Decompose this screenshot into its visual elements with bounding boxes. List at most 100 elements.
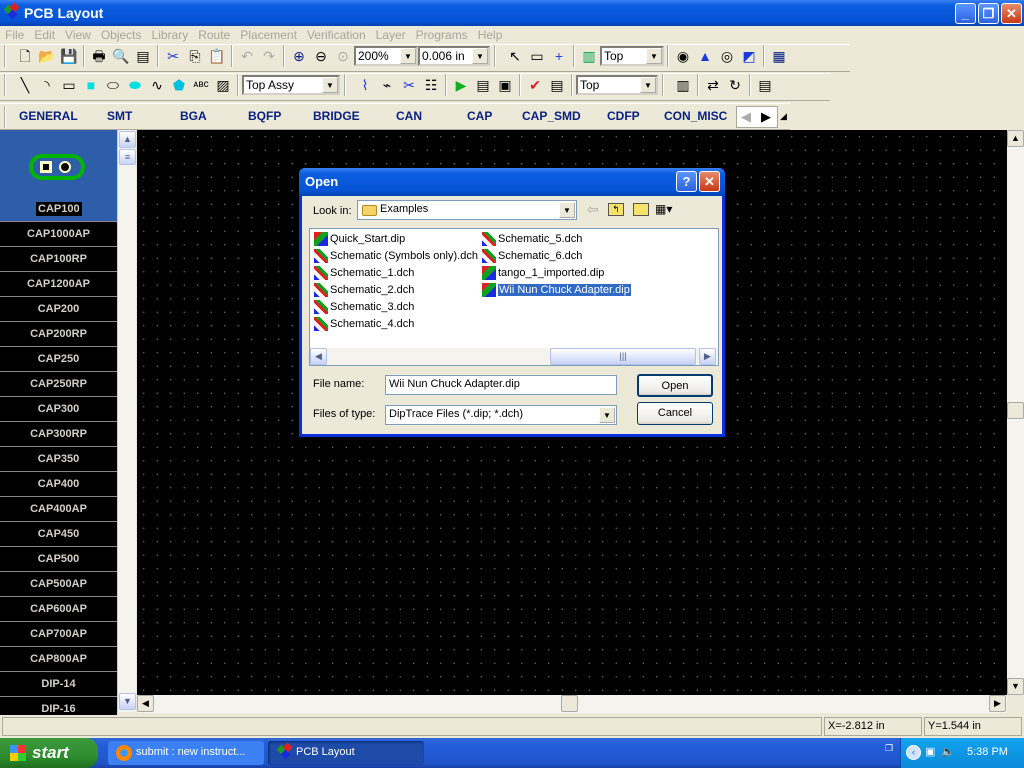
chevron-down-icon[interactable]: ▼ <box>646 48 662 64</box>
component-item[interactable]: CAP1200AP <box>0 272 117 297</box>
maximize-button[interactable]: ❐ <box>978 3 999 24</box>
polyline-icon[interactable]: ∿ <box>146 74 168 96</box>
scroll-thumb[interactable]: ||| <box>550 348 696 365</box>
menu-help[interactable]: Help <box>473 26 508 44</box>
menu-view[interactable]: View <box>60 26 96 44</box>
tab-cdfp[interactable]: CDFP <box>607 109 640 123</box>
dialog-close-button[interactable]: ✕ <box>699 171 720 192</box>
copper-pour-icon[interactable]: ◩ <box>738 45 760 67</box>
chevron-down-icon[interactable]: ▼ <box>559 202 575 218</box>
new-folder-icon[interactable] <box>633 203 649 216</box>
copy-icon[interactable]: ⎘ <box>184 45 206 67</box>
autoroute-run-icon[interactable]: ▶ <box>450 74 472 96</box>
net-list-icon[interactable]: ☷ <box>420 74 442 96</box>
taskbar-item-browser[interactable]: submit : new instruct... <box>108 741 264 765</box>
report-icon[interactable]: ▤ <box>132 45 154 67</box>
filled-ellipse-icon[interactable]: ⬬ <box>124 74 146 96</box>
component-item[interactable]: CAP500 <box>0 547 117 572</box>
up-folder-icon[interactable]: ↰ <box>608 203 624 216</box>
route-edit-icon[interactable]: ⌁ <box>376 74 398 96</box>
grid-size-dropdown[interactable]: 0.006 in ▼ <box>418 46 490 66</box>
tab-menu-icon[interactable]: ◢ <box>780 111 787 122</box>
toolbar-grip[interactable] <box>494 45 500 67</box>
tab-scroll-right-icon[interactable]: ▶ <box>761 109 771 125</box>
canvas-horizontal-scrollbar[interactable]: ◀ ▶ <box>137 695 1007 713</box>
rotate-components-icon[interactable]: ↻ <box>724 74 746 96</box>
menu-objects[interactable]: Objects <box>96 26 147 44</box>
assembly-layer-dropdown[interactable]: Top Assy ▼ <box>242 75 340 95</box>
file-item[interactable]: Schematic (Symbols only).dch <box>312 248 478 264</box>
tab-cap[interactable]: CAP <box>467 109 492 123</box>
file-item[interactable]: Schematic_6.dch <box>480 248 582 264</box>
pointer-icon[interactable]: ↖ <box>504 45 526 67</box>
paste-icon[interactable]: 📋 <box>206 45 228 67</box>
minimize-button[interactable]: _ <box>955 3 976 24</box>
component-item[interactable]: CAP1000AP <box>0 222 117 247</box>
arc-icon[interactable]: ◝ <box>36 74 58 96</box>
image-icon[interactable]: ▨ <box>212 74 234 96</box>
file-item[interactable]: Schematic_2.dch <box>312 282 414 298</box>
chevron-down-icon[interactable]: ▼ <box>640 77 656 93</box>
component-selected[interactable]: CAP100 <box>0 130 117 222</box>
scroll-left-icon[interactable]: ◀ <box>137 695 154 712</box>
rectangle-icon[interactable]: ▭ <box>58 74 80 96</box>
component-props-icon[interactable]: ▤ <box>754 74 776 96</box>
volume-icon[interactable]: 🔈 <box>941 745 955 758</box>
file-item[interactable]: Schematic_4.dch <box>312 316 414 332</box>
tab-general[interactable]: GENERAL <box>19 109 78 123</box>
scroll-right-icon[interactable]: ▶ <box>989 695 1006 712</box>
zoom-fit-icon[interactable]: ⊙ <box>332 45 354 67</box>
ellipse-icon[interactable]: ⬭ <box>102 74 124 96</box>
tab-smt[interactable]: SMT <box>107 109 132 123</box>
undo-icon[interactable]: ↶ <box>236 45 258 67</box>
component-item[interactable]: CAP400AP <box>0 497 117 522</box>
text-icon[interactable]: ᴀʙᴄ <box>190 74 212 96</box>
print-icon[interactable]: 🖶 <box>88 45 110 67</box>
chevron-down-icon[interactable]: ▼ <box>322 77 338 93</box>
tab-can[interactable]: CAN <box>396 109 422 123</box>
menu-edit[interactable]: Edit <box>29 26 60 44</box>
component-list-scrollbar[interactable]: ▲ ≡ ▼ <box>117 130 136 712</box>
component-item[interactable]: CAP200RP <box>0 322 117 347</box>
zoom-dropdown[interactable]: 200% ▼ <box>354 46 418 66</box>
scroll-thumb[interactable] <box>561 695 578 712</box>
component-item[interactable]: CAP300RP <box>0 422 117 447</box>
chevron-down-icon[interactable]: ▼ <box>599 407 615 423</box>
chevron-down-icon[interactable]: ▼ <box>472 48 488 64</box>
start-button[interactable]: start <box>0 738 98 768</box>
open-folder-icon[interactable]: 📂 <box>36 45 58 67</box>
scroll-up-icon[interactable]: ▲ <box>1007 130 1024 147</box>
menu-file[interactable]: File <box>0 26 29 44</box>
redo-icon[interactable]: ↷ <box>258 45 280 67</box>
component-item[interactable]: CAP400 <box>0 472 117 497</box>
print-preview-icon[interactable]: 🔍 <box>110 45 132 67</box>
route-trace-icon[interactable]: ⌇ <box>354 74 376 96</box>
file-item[interactable]: Quick_Start.dip <box>312 231 405 247</box>
scroll-down-icon[interactable]: ▼ <box>1007 678 1024 695</box>
layer-dropdown[interactable]: Top ▼ <box>600 46 664 66</box>
tray-expand-icon[interactable]: ‹ <box>906 745 921 760</box>
help-button[interactable]: ? <box>676 171 697 192</box>
tab-bga[interactable]: BGA <box>180 109 207 123</box>
file-item[interactable]: tango_1_imported.dip <box>480 265 604 281</box>
tab-scroll-left-icon[interactable]: ◀ <box>741 109 751 125</box>
new-file-icon[interactable]: 🗋 <box>14 45 36 67</box>
drc-icon[interactable]: ✔ <box>524 74 546 96</box>
component-item[interactable]: CAP700AP <box>0 622 117 647</box>
tab-cap_smd[interactable]: CAP_SMD <box>522 109 581 123</box>
component-item[interactable]: CAP600AP <box>0 597 117 622</box>
menu-programs[interactable]: Programs <box>411 26 473 44</box>
back-icon[interactable]: ⇦ <box>587 201 599 218</box>
filled-rectangle-icon[interactable]: ■ <box>80 74 102 96</box>
scroll-up-icon[interactable]: ▲ <box>119 131 136 148</box>
component-item[interactable]: DIP-16 <box>0 697 117 715</box>
save-icon[interactable]: 💾 <box>58 45 80 67</box>
component-item[interactable]: CAP100RP <box>0 247 117 272</box>
autoroute-check-icon[interactable]: ▣ <box>494 74 516 96</box>
align-components-icon[interactable]: ▥ <box>672 74 694 96</box>
tab-bqfp[interactable]: BQFP <box>248 109 281 123</box>
menu-library[interactable]: Library <box>147 26 194 44</box>
component-icon[interactable]: ▥ <box>578 45 600 67</box>
look-in-dropdown[interactable]: Examples ▼ <box>357 200 577 220</box>
file-name-input[interactable]: Wii Nun Chuck Adapter.dip <box>385 375 617 395</box>
